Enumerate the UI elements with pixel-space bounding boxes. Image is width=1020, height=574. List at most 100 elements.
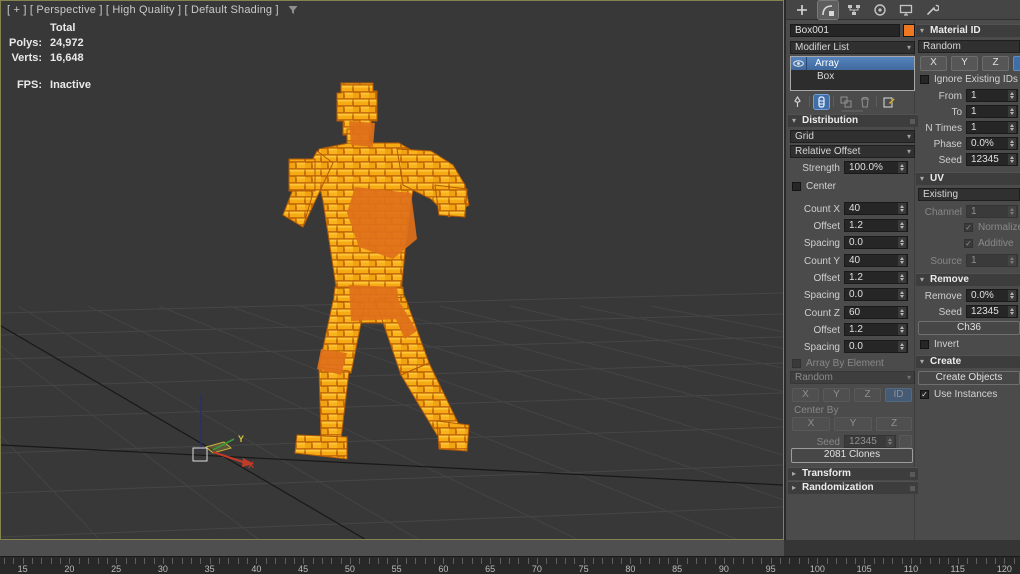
element-axis-id-button[interactable]: ID (885, 388, 912, 402)
matid-axis-id-button[interactable]: ID (1013, 56, 1020, 71)
configure-modifier-sets-icon[interactable] (881, 95, 896, 109)
spinner-control[interactable] (898, 237, 906, 248)
spinner-control[interactable] (1008, 154, 1016, 165)
timeline-ruler[interactable]: 1520253035404550556065707580859095100105… (0, 556, 1020, 574)
viewport-label-bar[interactable]: [ + ] [ Perspective ] [ High Quality ] [… (7, 4, 299, 16)
invert-row[interactable]: Invert (920, 339, 959, 350)
center-by-x-button[interactable]: X (792, 417, 830, 431)
spinner-control[interactable] (886, 436, 894, 447)
from-field[interactable]: 1 (966, 89, 1018, 102)
spinner-control[interactable] (1008, 90, 1016, 101)
spinner-control[interactable] (1008, 138, 1016, 149)
spinner-control[interactable] (1008, 290, 1016, 301)
stack-item-box[interactable]: Box (791, 70, 914, 83)
tab-hierarchy[interactable] (844, 1, 864, 19)
show-end-result-icon[interactable] (814, 95, 829, 109)
spacingx-field[interactable]: 0.0 (844, 236, 908, 249)
track-bar[interactable] (0, 540, 784, 556)
offsety-field[interactable]: 1.2 (844, 271, 908, 284)
object-color-swatch[interactable] (903, 24, 915, 37)
rollout-create[interactable]: ▾ Create (916, 355, 1020, 368)
rollout-distribution[interactable]: ▾ Distribution (788, 114, 918, 127)
distribution-mode-dropdown[interactable]: Grid▾ (790, 130, 915, 143)
spinner-control[interactable] (1008, 206, 1016, 217)
object-name-field[interactable]: Box001 (790, 24, 900, 37)
strength-field[interactable]: 100.0% (844, 161, 908, 174)
matid-axis-z-button[interactable]: Z (982, 56, 1009, 71)
spinner-control[interactable] (898, 255, 906, 266)
spinner-control[interactable] (898, 220, 906, 231)
offsetz-field[interactable]: 1.2 (844, 323, 908, 336)
viewport-label[interactable]: [ + ] [ Perspective ] [ High Quality ] [… (7, 4, 279, 16)
ntimes-field[interactable]: 1 (966, 121, 1018, 134)
remove-seed-field[interactable]: 12345 (966, 305, 1018, 318)
spinner-control[interactable] (898, 162, 906, 173)
remove-field[interactable]: 0.0% (966, 289, 1018, 302)
tab-create[interactable] (792, 1, 812, 19)
countx-field[interactable]: 40 (844, 202, 908, 215)
additive-checkbox[interactable]: ✓ (964, 239, 973, 248)
spinner-control[interactable] (898, 307, 906, 318)
clones-count-button[interactable]: 2081 Clones (791, 448, 913, 463)
center-by-y-button[interactable]: Y (834, 417, 872, 431)
rollout-material-id[interactable]: ▾ Material ID (916, 24, 1020, 37)
spinner-control[interactable] (1008, 106, 1016, 117)
additive-row[interactable]: ✓ Additive (964, 238, 1014, 249)
center-checkbox-row[interactable]: Center (792, 181, 836, 192)
seed-randomize-button[interactable] (899, 435, 912, 448)
spacingy-field[interactable]: 0.0 (844, 288, 908, 301)
array-by-element-checkbox[interactable] (792, 359, 801, 368)
ignore-existing-ids-row[interactable]: Ignore Existing IDs (920, 74, 1018, 85)
matid-seed-field[interactable]: 12345 (966, 153, 1018, 166)
visibility-eye-icon[interactable] (791, 57, 807, 70)
ignore-existing-ids-checkbox[interactable] (920, 75, 929, 84)
normalize-row[interactable]: ✓ Normalize (964, 222, 1020, 233)
filter-funnel-icon[interactable] (287, 4, 299, 16)
element-seed-field[interactable]: 12345 (844, 435, 896, 448)
pin-stack-icon[interactable] (790, 95, 805, 109)
matid-axis-x-button[interactable]: X (920, 56, 947, 71)
tab-motion[interactable] (870, 1, 890, 19)
center-checkbox[interactable] (792, 182, 801, 191)
spinner-control[interactable] (898, 272, 906, 283)
offset-mode-dropdown[interactable]: Relative Offset▾ (790, 145, 915, 158)
use-instances-row[interactable]: ✓ Use Instances (920, 389, 997, 400)
channel-field[interactable]: 1 (966, 205, 1018, 218)
spinner-control[interactable] (1008, 255, 1016, 266)
transform-gizmo[interactable]: Y X (193, 395, 254, 470)
spinner-control[interactable] (898, 324, 906, 335)
element-mode-dropdown[interactable]: Random▾ (790, 371, 915, 384)
element-axis-z-button[interactable]: Z (854, 388, 881, 402)
rollout-remove[interactable]: ▾ Remove (916, 273, 1020, 286)
to-field[interactable]: 1 (966, 105, 1018, 118)
spinner-control[interactable] (898, 203, 906, 214)
viewport-scene[interactable]: Y X (1, 1, 783, 539)
offsetx-field[interactable]: 1.2 (844, 219, 908, 232)
rollout-transform[interactable]: ▸ Transform (788, 467, 918, 480)
source-field[interactable]: 1 (966, 254, 1018, 267)
tab-utilities[interactable] (922, 1, 942, 19)
matid-axis-y-button[interactable]: Y (951, 56, 978, 71)
remove-modifier-trash-icon[interactable] (857, 95, 872, 109)
remove-channel-button[interactable]: Ch36 (918, 321, 1020, 335)
center-by-z-button[interactable]: Z (876, 417, 912, 431)
use-instances-checkbox[interactable]: ✓ (920, 390, 929, 399)
spinner-control[interactable] (898, 341, 906, 352)
create-objects-button[interactable]: Create Objects (918, 371, 1020, 385)
rollout-randomization[interactable]: ▸ Randomization (788, 481, 918, 494)
spinner-control[interactable] (1008, 306, 1016, 317)
element-axis-y-button[interactable]: Y (823, 388, 850, 402)
spacingz-field[interactable]: 0.0 (844, 340, 908, 353)
uv-mode-dropdown[interactable]: Existing (918, 188, 1020, 201)
element-axis-x-button[interactable]: X (792, 388, 819, 402)
spinner-control[interactable] (1008, 122, 1016, 133)
countz-field[interactable]: 60 (844, 306, 908, 319)
invert-checkbox[interactable] (920, 340, 929, 349)
spinner-control[interactable] (898, 289, 906, 300)
tab-modify[interactable] (818, 1, 838, 19)
rollout-uv[interactable]: ▾ UV (916, 172, 1020, 185)
normalize-checkbox[interactable]: ✓ (964, 223, 973, 232)
material-id-mode-dropdown[interactable]: Random (918, 40, 1020, 53)
panel-grip[interactable] (841, 110, 863, 112)
phase-field[interactable]: 0.0% (966, 137, 1018, 150)
